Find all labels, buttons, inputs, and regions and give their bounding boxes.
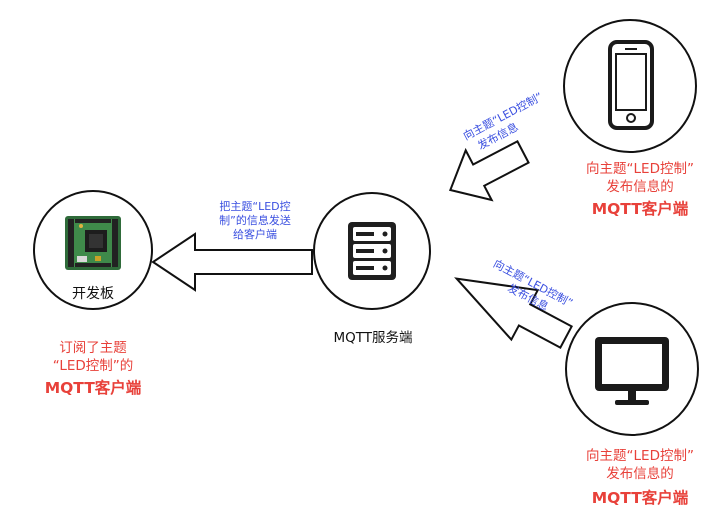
server-label: MQTT服务端: [333, 330, 413, 346]
phone-caption-bold: MQTT客户端: [591, 200, 689, 218]
smartphone-icon: [608, 40, 654, 130]
board-label: 开发板: [72, 286, 114, 302]
monitor-caption-line-1: 向主题“LED控制”: [586, 448, 694, 464]
diagram-canvas: 开发板 订阅了主题 “LED控制”的 MQTT客户端 MQTT服务端 向主题“L…: [0, 0, 724, 514]
monitor-icon: [595, 337, 669, 405]
arrow-label-server-to-board-3: 给客户端: [233, 228, 277, 241]
monitor-caption-line-2: 发布信息的: [606, 466, 674, 482]
board-caption-bold: MQTT客户端: [44, 379, 142, 397]
board-node: 开发板: [33, 190, 153, 310]
server-rack-icon: [348, 222, 396, 280]
server-node: [313, 192, 431, 310]
phone-caption-line-2: 发布信息的: [606, 179, 674, 195]
board-caption-line-2: “LED控制”的: [52, 358, 134, 374]
phone-node: [563, 19, 697, 153]
arrow-label-server-to-board-2: 制”的信息发送: [219, 214, 291, 227]
phone-caption-line-1: 向主题“LED控制”: [586, 161, 694, 177]
monitor-caption-bold: MQTT客户端: [591, 489, 689, 507]
arrow-server-to-board: [151, 232, 313, 292]
board-caption-line-1: 订阅了主题: [59, 340, 127, 356]
arrow-label-server-to-board-1: 把主题“LED控: [219, 200, 291, 213]
monitor-node: [565, 302, 699, 436]
